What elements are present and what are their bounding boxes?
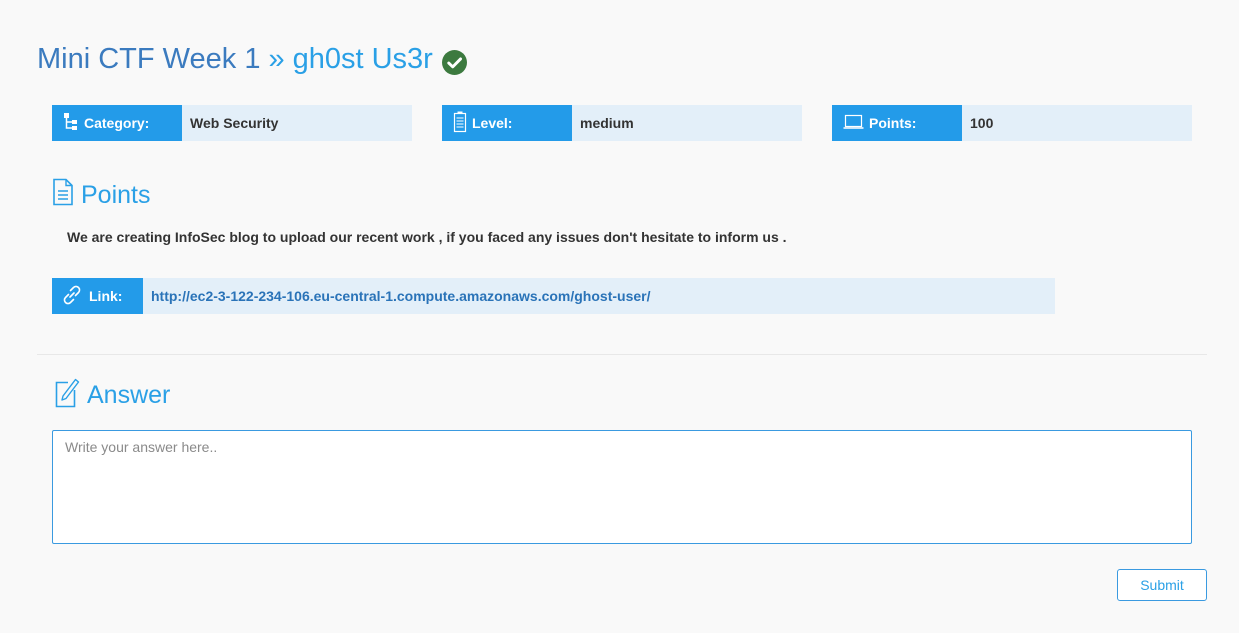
category-value: Web Security [190, 115, 279, 131]
link-icon [52, 284, 89, 309]
section-divider [37, 354, 1207, 355]
challenge-url-link[interactable]: http://ec2-3-122-234-106.eu-central-1.co… [143, 278, 650, 314]
answer-input[interactable] [52, 430, 1192, 544]
link-box: Link: http://ec2-3-122-234-106.eu-centra… [52, 278, 1055, 314]
link-label: Link: [89, 288, 123, 304]
category-label-cell: Category: [52, 105, 182, 141]
battery-icon [442, 111, 472, 136]
points-label-cell: Points: [832, 105, 962, 141]
link-label-cell: Link: [52, 278, 143, 314]
edit-icon [54, 376, 87, 415]
title-separator: » [268, 43, 285, 75]
event-name: Mini CTF Week 1 [37, 43, 261, 75]
laptop-icon [832, 114, 869, 133]
points-box: Points: 100 [832, 105, 1192, 141]
page-title: Mini CTF Week 1 » gh0st Us3r [37, 40, 467, 78]
points-heading-text: Points [81, 181, 151, 209]
level-box: Level: medium [442, 105, 802, 141]
level-value: medium [580, 115, 634, 131]
category-box: Category: Web Security [52, 105, 412, 141]
level-label: Level: [472, 115, 513, 131]
category-label: Category: [84, 115, 150, 131]
answer-heading-text: Answer [87, 381, 171, 409]
level-label-cell: Level: [442, 105, 572, 141]
check-circle-icon [441, 47, 467, 75]
sitemap-icon [52, 112, 84, 135]
challenge-description: We are creating InfoSec blog to upload o… [67, 229, 787, 245]
submit-button[interactable]: Submit [1117, 569, 1207, 601]
document-icon [52, 178, 81, 213]
points-heading: Points [52, 178, 150, 213]
points-value: 100 [970, 115, 994, 131]
answer-heading: Answer [54, 376, 170, 415]
challenge-name: gh0st Us3r [292, 43, 433, 75]
points-label: Points: [869, 115, 917, 131]
